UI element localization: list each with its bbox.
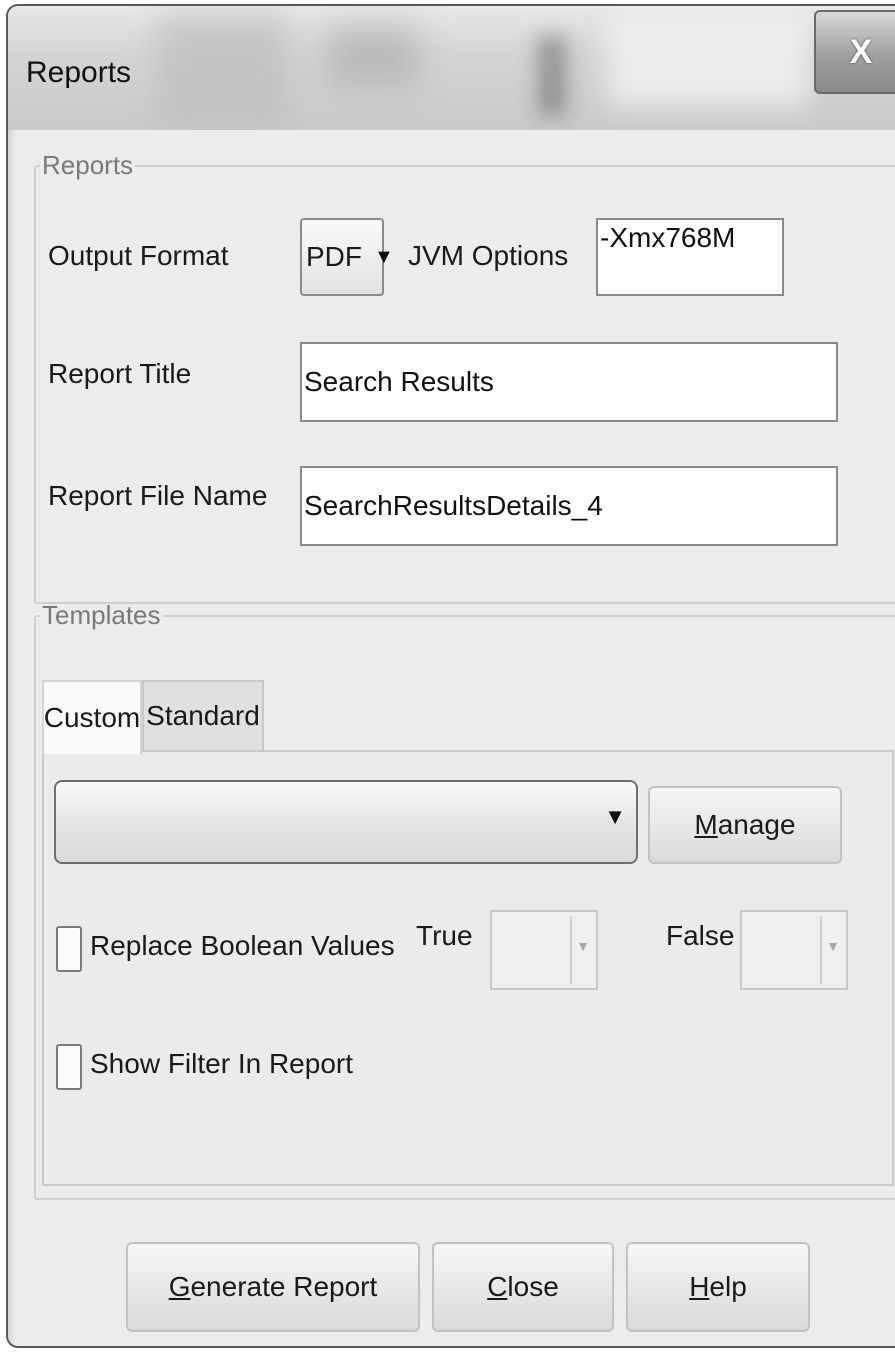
template-select[interactable]: ▼ xyxy=(54,780,638,864)
templates-group-legend: Templates xyxy=(42,600,161,630)
generate-mnemonic: G xyxy=(168,1271,191,1302)
manage-mnemonic: M xyxy=(694,809,718,840)
window-title: Reports xyxy=(26,56,132,89)
true-value-select[interactable]: ▼ xyxy=(490,910,598,990)
close-mnemonic: C xyxy=(487,1271,508,1302)
close-button[interactable]: Close xyxy=(432,1242,614,1332)
report-title-input[interactable]: Search Results xyxy=(300,342,838,422)
report-file-name-label: Report File Name xyxy=(48,480,268,511)
reports-dialog: Reports X Reports Output Format PDF ▼ JV… xyxy=(6,4,895,1348)
output-format-label: Output Format xyxy=(48,240,229,271)
output-format-select[interactable]: PDF ▼ xyxy=(300,218,394,296)
show-filter-label: Show Filter In Report xyxy=(90,1048,353,1079)
titlebar-background-blur-light xyxy=(608,16,808,106)
help-mnemonic: H xyxy=(689,1271,710,1302)
combo-separator xyxy=(570,916,572,984)
manage-label: anage xyxy=(717,809,796,840)
generate-report-button[interactable]: Generate Report xyxy=(126,1242,420,1332)
report-file-name-input[interactable]: SearchResultsDetails_4 xyxy=(300,466,838,546)
false-value-select[interactable]: ▼ xyxy=(740,910,848,990)
title-bar[interactable]: Reports X xyxy=(8,6,895,130)
dropdown-arrow-icon: ▼ xyxy=(604,804,626,829)
jvm-options-label: JVM Options xyxy=(408,240,569,271)
titlebar-background-blur-dark xyxy=(538,36,566,116)
close-window-button[interactable]: X xyxy=(814,10,895,94)
generate-label: enerate Report xyxy=(190,1271,378,1302)
report-title-label: Report Title xyxy=(48,358,192,389)
show-filter-checkbox[interactable] xyxy=(56,1044,82,1090)
close-label: lose xyxy=(507,1271,559,1302)
titlebar-background-blur xyxy=(328,26,418,86)
combo-separator xyxy=(820,916,822,984)
output-format-value: PDF xyxy=(306,241,362,272)
help-label: elp xyxy=(709,1271,747,1302)
close-icon: X xyxy=(849,32,873,71)
dropdown-arrow-icon: ▼ xyxy=(576,938,590,954)
tab-custom[interactable]: Custom xyxy=(42,680,142,754)
true-label: True xyxy=(416,920,473,951)
replace-boolean-checkbox[interactable] xyxy=(56,926,82,972)
replace-boolean-label: Replace Boolean Values xyxy=(90,930,395,961)
titlebar-background xyxy=(158,16,288,126)
false-label: False xyxy=(666,920,735,951)
help-button[interactable]: Help xyxy=(626,1242,810,1332)
dialog-body: Reports Output Format PDF ▼ JVM Options … xyxy=(26,130,895,1340)
reports-group-legend: Reports xyxy=(42,150,134,180)
dropdown-arrow-icon: ▼ xyxy=(374,245,394,268)
tab-standard[interactable]: Standard xyxy=(142,680,264,750)
dropdown-arrow-icon: ▼ xyxy=(826,938,840,954)
jvm-options-input[interactable]: -Xmx768M xyxy=(596,218,784,296)
manage-button[interactable]: Manage xyxy=(648,786,842,864)
